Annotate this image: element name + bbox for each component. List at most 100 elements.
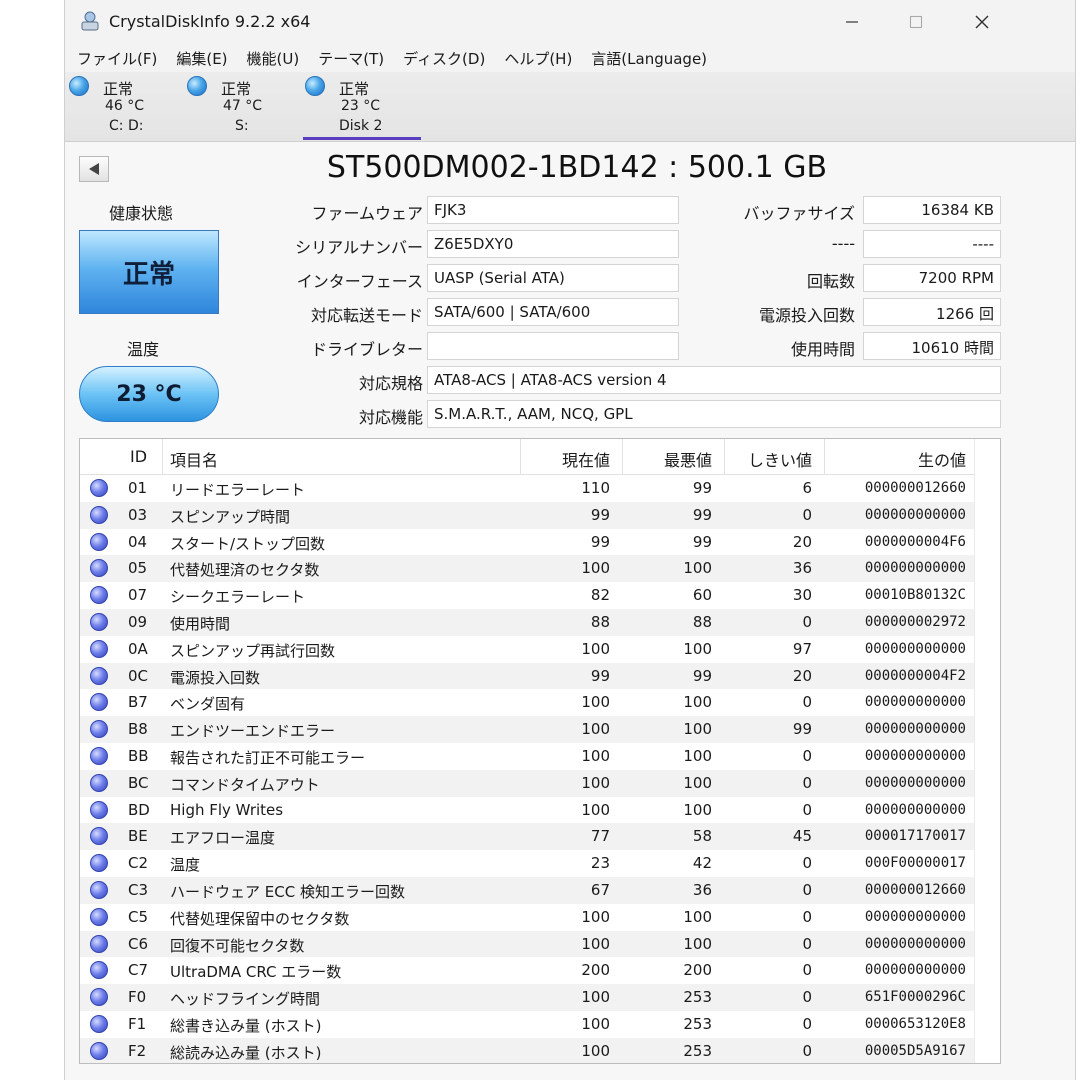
attribute-threshold: 0 (802, 693, 812, 712)
attribute-threshold: 99 (792, 720, 812, 739)
attribute-status-icon (90, 800, 108, 819)
disk-tab-bar: 正常 46 °C C: D: 正常 47 °C S: 正常 23 °C Disk… (65, 72, 1075, 142)
attribute-raw: 000F00000017 (864, 855, 966, 872)
power-on-count-label: 電源投入回数 (758, 306, 855, 325)
table-row[interactable]: B8 エンドツーエンドエラー 100 100 99 000000000000 (80, 716, 1000, 743)
attribute-id: F1 (128, 1015, 147, 1033)
attribute-status-icon (90, 881, 108, 899)
column-threshold[interactable]: しきい値 (748, 447, 812, 471)
attribute-worst: 36 (692, 881, 712, 899)
table-row[interactable]: 09 使用時間 88 88 0 000000002972 (80, 609, 1000, 636)
standard-label: 対応規格 (358, 374, 423, 393)
transfer-mode-value: SATA/600 | SATA/600 (427, 298, 679, 326)
table-row[interactable]: BC コマンドタイムアウト 100 100 0 000000000000 (80, 769, 1000, 797)
attribute-current: 100 (581, 559, 610, 578)
attribute-threshold: 45 (792, 827, 812, 846)
attribute-worst: 100 (683, 934, 712, 953)
attribute-id: 01 (128, 479, 148, 497)
table-row[interactable]: 0A スピンアップ再試行回数 100 100 97 000000000000 (80, 636, 1000, 663)
attribute-name: 電源投入回数 (170, 668, 261, 687)
close-button[interactable] (951, 0, 1013, 44)
attribute-current: 77 (590, 827, 610, 846)
table-row[interactable]: F1 総書き込み量 (ホスト) 100 253 0 0000653120E8 (80, 1011, 1000, 1038)
table-row[interactable]: 01 リードエラーレート 110 99 6 000000012660 (80, 475, 1000, 502)
minimize-button[interactable] (821, 0, 883, 44)
disk-tab-temp: 47 °C (223, 98, 263, 114)
disk-tab-0[interactable]: 正常 46 °C C: D: (67, 74, 185, 140)
vertical-scrollbar[interactable] (974, 439, 1000, 1063)
app-logo-icon (81, 11, 99, 31)
attribute-threshold: 0 (802, 773, 812, 792)
attribute-name: 使用時間 (170, 615, 231, 633)
table-row[interactable]: F2 総読み込み量 (ホスト) 100 253 0 00005D5A9167 (80, 1037, 1000, 1063)
attribute-raw: 000000000000 (864, 774, 966, 791)
attribute-threshold: 0 (802, 1015, 812, 1033)
menu-file[interactable]: ファイル(F) (77, 48, 157, 69)
table-row[interactable]: 04 スタート/ストップ回数 99 99 20 0000000004F6 (80, 529, 1000, 556)
table-row[interactable]: 0C 電源投入回数 99 99 20 0000000004F2 (80, 662, 1000, 690)
attribute-name: コマンドタイムアウト (170, 775, 320, 794)
attribute-worst: 100 (683, 800, 712, 819)
attribute-id: B7 (128, 693, 148, 712)
attribute-name: 報告された訂正不可能エラー (170, 749, 366, 767)
attribute-id: 05 (128, 559, 148, 578)
attribute-current: 100 (581, 639, 610, 658)
power-on-count-value: 1266 回 (863, 298, 1001, 326)
temperature-button[interactable]: 23 °C (79, 366, 219, 422)
attribute-raw: 000000000000 (864, 748, 966, 764)
menu-function[interactable]: 機能(U) (247, 48, 300, 69)
table-row[interactable]: BB 報告された訂正不可能エラー 100 100 0 000000000000 (80, 743, 1000, 770)
disk-tab-2[interactable]: 正常 23 °C Disk 2 (303, 74, 421, 140)
app-window: CrystalDiskInfo 9.2.2 x64 ファイル(F) 編集(E) … (64, 0, 1076, 1080)
previous-disk-button[interactable] (79, 156, 109, 182)
menu-bar: ファイル(F) 編集(E) 機能(U) テーマ(T) ディスク(D) ヘルプ(H… (65, 44, 1075, 72)
column-name[interactable]: 項目名 (170, 447, 218, 471)
attribute-worst: 99 (692, 505, 712, 524)
column-raw[interactable]: 生の値 (918, 447, 966, 471)
column-current[interactable]: 現在値 (562, 447, 610, 471)
table-row[interactable]: F0 ヘッドフライング時間 100 253 0 651F0000296C (80, 984, 1000, 1011)
attribute-current: 100 (581, 693, 610, 712)
attribute-worst: 60 (692, 586, 712, 605)
table-row[interactable]: C5 代替処理保留中のセクタ数 100 100 0 000000000000 (80, 904, 1000, 931)
attribute-raw: 000000000000 (864, 694, 966, 711)
blank-label: ---- (831, 234, 855, 253)
features-value: S.M.A.R.T., AAM, NCQ, GPL (427, 400, 1001, 428)
menu-language[interactable]: 言語(Language) (591, 48, 707, 69)
disk-title: ST500DM002-1BD142 : 500.1 GB (326, 150, 828, 185)
attribute-name: ハードウェア ECC 検知エラー回数 (170, 883, 405, 901)
disk-tab-1[interactable]: 正常 47 °C S: (185, 74, 303, 140)
table-row[interactable]: 05 代替処理済のセクタ数 100 100 36 000000000000 (80, 555, 1000, 583)
attribute-raw: 000000000000 (864, 908, 966, 925)
close-icon (975, 15, 989, 29)
attribute-threshold: 30 (792, 586, 812, 605)
maximize-button[interactable] (885, 0, 947, 44)
attribute-current: 100 (581, 1041, 610, 1060)
table-row[interactable]: 07 シークエラーレート 82 60 30 00010B80132C (80, 582, 1000, 609)
smart-table[interactable]: ID 項目名 現在値 最悪値 しきい値 生の値 01 リードエラーレート 110 99… (79, 438, 1001, 1064)
menu-help[interactable]: ヘルプ(H) (504, 48, 572, 69)
attribute-status-icon (90, 693, 108, 712)
column-id[interactable]: ID (130, 447, 147, 466)
menu-edit[interactable]: 編集(E) (176, 48, 227, 69)
table-row[interactable]: C3 ハードウェア ECC 検知エラー回数 67 36 0 000000012660 (80, 877, 1000, 904)
column-worst[interactable]: 最悪値 (664, 447, 712, 471)
table-row[interactable]: 03 スピンアップ時間 99 99 0 000000000000 (80, 501, 1000, 529)
attribute-id: C2 (128, 854, 149, 873)
menu-theme[interactable]: テーマ(T) (318, 48, 384, 69)
table-row[interactable]: BE エアフロー温度 77 58 45 000017170017 (80, 823, 1000, 851)
attribute-worst: 100 (683, 773, 712, 792)
attribute-name: 代替処理済のセクタ数 (170, 561, 320, 580)
table-row[interactable]: C2 温度 23 42 0 000F00000017 (80, 850, 1000, 877)
table-row[interactable]: B7 ベンダ固有 100 100 0 000000000000 (80, 689, 1000, 716)
table-row[interactable]: C7 UltraDMA CRC エラー数 200 200 0 000000000000 (80, 957, 1000, 984)
menu-disk[interactable]: ディスク(D) (403, 48, 485, 69)
attribute-worst: 99 (692, 666, 712, 685)
attribute-status-icon (90, 559, 108, 578)
table-row[interactable]: C6 回復不可能セクタ数 100 100 0 000000000000 (80, 930, 1000, 958)
health-status-button[interactable]: 正常 (79, 230, 219, 314)
power-on-hours-label: 使用時間 (790, 340, 855, 359)
attribute-current: 88 (590, 613, 610, 631)
title-bar[interactable]: CrystalDiskInfo 9.2.2 x64 (65, 0, 1075, 44)
table-row[interactable]: BD High Fly Writes 100 100 0 000000000000 (80, 797, 1000, 824)
